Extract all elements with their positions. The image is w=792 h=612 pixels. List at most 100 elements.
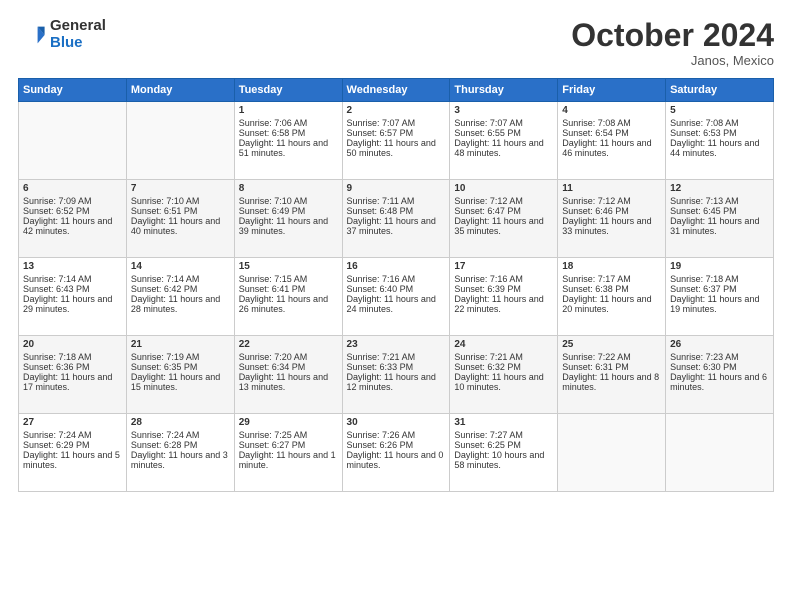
sunrise-text: Sunrise: 7:16 AM [347,274,416,284]
daylight-text: Daylight: 11 hours and 19 minutes. [670,294,759,314]
sunset-text: Sunset: 6:27 PM [239,440,306,450]
sunset-text: Sunset: 6:38 PM [562,284,629,294]
col-thursday: Thursday [450,79,558,102]
logo-general: General [50,18,106,35]
table-row: 7Sunrise: 7:10 AMSunset: 6:51 PMDaylight… [126,180,234,258]
table-row: 18Sunrise: 7:17 AMSunset: 6:38 PMDayligh… [558,258,666,336]
month-title: October 2024 [571,18,774,53]
col-tuesday: Tuesday [234,79,342,102]
table-row: 26Sunrise: 7:23 AMSunset: 6:30 PMDayligh… [666,336,774,414]
table-row: 4Sunrise: 7:08 AMSunset: 6:54 PMDaylight… [558,102,666,180]
table-row: 5Sunrise: 7:08 AMSunset: 6:53 PMDaylight… [666,102,774,180]
sunset-text: Sunset: 6:42 PM [131,284,198,294]
col-wednesday: Wednesday [342,79,450,102]
daylight-text: Daylight: 11 hours and 28 minutes. [131,294,220,314]
title-block: October 2024 Janos, Mexico [571,18,774,68]
daylight-text: Daylight: 11 hours and 22 minutes. [454,294,543,314]
sunset-text: Sunset: 6:25 PM [454,440,521,450]
sunrise-text: Sunrise: 7:09 AM [23,196,92,206]
sunset-text: Sunset: 6:51 PM [131,206,198,216]
table-row [19,102,127,180]
table-row: 29Sunrise: 7:25 AMSunset: 6:27 PMDayligh… [234,414,342,492]
calendar-week-2: 6Sunrise: 7:09 AMSunset: 6:52 PMDaylight… [19,180,774,258]
sunrise-text: Sunrise: 7:14 AM [23,274,92,284]
day-number: 11 [562,183,661,194]
sunset-text: Sunset: 6:47 PM [454,206,521,216]
day-number: 19 [670,261,769,272]
calendar-week-4: 20 Sunrise: 7:18 AMSunset: 6:36 PM Dayligh… [19,336,774,414]
table-row: 16 Sunrise: 7:16 AMSunset: 6:40 PMDayligh… [342,258,450,336]
day-number: 30 [347,417,446,428]
daylight-text: Daylight: 11 hours and 8 minutes. [562,372,659,392]
sunset-text: Sunset: 6:54 PM [562,128,629,138]
sunrise-text: Sunrise: 7:26 AM [347,430,416,440]
sunrise-text: Sunrise: 7:16 AM [454,274,523,284]
table-row: 11Sunrise: 7:12 AMSunset: 6:46 PMDayligh… [558,180,666,258]
table-row: 13Sunrise: 7:14 AMSunset: 6:43 PMDayligh… [19,258,127,336]
sunset-text: Sunset: 6:36 PM [23,362,90,372]
calendar-table: Sunday Monday Tuesday Wednesday Thursday… [18,78,774,492]
sunset-text: Sunset: 6:39 PM [454,284,521,294]
daylight-text: Daylight: 11 hours and 24 minutes. [347,294,436,314]
day-number: 20 [23,339,122,350]
sunrise-text: Sunrise: 7:07 AM [347,118,416,128]
day-number: 1 [239,105,338,116]
day-number: 16 [347,261,446,272]
sunrise-text: Sunrise: 7:10 AM [239,196,308,206]
daylight-text: Daylight: 11 hours and 3 minutes. [131,450,228,470]
calendar-week-3: 13Sunrise: 7:14 AMSunset: 6:43 PMDayligh… [19,258,774,336]
sunrise-text: Sunrise: 7:18 AM [670,274,739,284]
daylight-text: Daylight: 11 hours and 10 minutes. [454,372,543,392]
sunrise-text: Sunrise: 7:14 AM [131,274,200,284]
logo-icon [18,21,46,49]
sunset-text: Sunset: 6:58 PM [239,128,306,138]
daylight-text: Daylight: 11 hours and 31 minutes. [670,216,759,236]
sunset-text: Sunset: 6:46 PM [562,206,629,216]
sunrise-text: Sunrise: 7:06 AM [239,118,308,128]
sunset-text: Sunset: 6:43 PM [23,284,90,294]
day-number: 6 [23,183,122,194]
day-number: 28 [131,417,230,428]
sunset-text: Sunset: 6:49 PM [239,206,306,216]
day-number: 29 [239,417,338,428]
sunset-text: Sunset: 6:53 PM [670,128,737,138]
logo-blue: Blue [50,35,106,52]
sunset-text: Sunset: 6:55 PM [454,128,521,138]
sunset-text: Sunset: 6:40 PM [347,284,414,294]
table-row: 9Sunrise: 7:11 AMSunset: 6:48 PMDaylight… [342,180,450,258]
table-row: 12Sunrise: 7:13 AMSunset: 6:45 PMDayligh… [666,180,774,258]
sunrise-text: Sunrise: 7:18 AM [23,352,92,362]
day-number: 8 [239,183,338,194]
sunrise-text: Sunrise: 7:19 AM [131,352,200,362]
day-number: 17 [454,261,553,272]
day-number: 23 [347,339,446,350]
daylight-text: Daylight: 11 hours and 13 minutes. [239,372,328,392]
day-number: 25 [562,339,661,350]
sunrise-text: Sunrise: 7:21 AM [347,352,416,362]
day-number: 4 [562,105,661,116]
day-number: 5 [670,105,769,116]
daylight-text: Daylight: 11 hours and 1 minute. [239,450,336,470]
sunset-text: Sunset: 6:26 PM [347,440,414,450]
daylight-text: Daylight: 11 hours and 40 minutes. [131,216,220,236]
table-row: 14Sunrise: 7:14 AMSunset: 6:42 PMDayligh… [126,258,234,336]
daylight-text: Daylight: 11 hours and 29 minutes. [23,294,112,314]
sunrise-text: Sunrise: 7:23 AM [670,352,739,362]
table-row: 2Sunrise: 7:07 AMSunset: 6:57 PMDaylight… [342,102,450,180]
daylight-text: Daylight: 11 hours and 48 minutes. [454,138,543,158]
table-row: 25Sunrise: 7:22 AMSunset: 6:31 PMDayligh… [558,336,666,414]
table-row: 19Sunrise: 7:18 AMSunset: 6:37 PMDayligh… [666,258,774,336]
day-number: 31 [454,417,553,428]
sunrise-text: Sunrise: 7:24 AM [23,430,92,440]
daylight-text: Daylight: 11 hours and 39 minutes. [239,216,328,236]
sunrise-text: Sunrise: 7:24 AM [131,430,200,440]
table-row: 17 Sunrise: 7:16 AMSunset: 6:39 PMDayligh… [450,258,558,336]
table-row [126,102,234,180]
table-row: 3Sunrise: 7:07 AMSunset: 6:55 PMDaylight… [450,102,558,180]
sunset-text: Sunset: 6:32 PM [454,362,521,372]
table-row: 10Sunrise: 7:12 AMSunset: 6:47 PMDayligh… [450,180,558,258]
table-row [558,414,666,492]
day-number: 3 [454,105,553,116]
sunset-text: Sunset: 6:41 PM [239,284,306,294]
sunrise-text: Sunrise: 7:20 AM [239,352,308,362]
